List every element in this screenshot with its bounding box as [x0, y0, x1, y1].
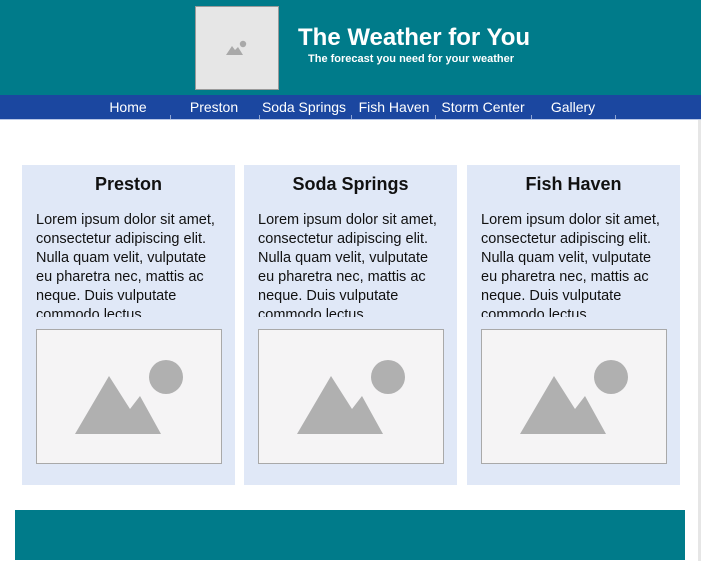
- card-text: Lorem ipsum dolor sit amet, consectetur …: [481, 212, 660, 317]
- nav-item-home[interactable]: Home: [88, 95, 168, 119]
- site-header: The Weather for You The forecast you nee…: [0, 0, 701, 95]
- card-fish-haven: Fish Haven Lorem ipsum dolor sit amet, c…: [467, 165, 680, 485]
- nav-divider: [435, 115, 436, 119]
- image-placeholder-icon: [226, 40, 247, 55]
- card-image: [258, 329, 444, 464]
- card-title: Soda Springs: [292, 174, 409, 194]
- nav-item-storm-center[interactable]: Storm Center: [438, 95, 528, 119]
- nav-divider: [170, 115, 171, 119]
- card-image: [36, 329, 222, 464]
- image-placeholder-icon: [297, 360, 405, 434]
- image-placeholder-icon: [520, 360, 628, 434]
- nav-item-preston[interactable]: Preston: [174, 95, 254, 119]
- nav-divider: [615, 115, 616, 119]
- nav-divider: [531, 115, 532, 119]
- site-logo[interactable]: [195, 6, 279, 90]
- nav-item-fish-haven[interactable]: Fish Haven: [351, 95, 437, 119]
- card-preston: Preston Lorem ipsum dolor sit amet, cons…: [22, 165, 235, 485]
- card-image: [481, 329, 667, 464]
- nav-item-gallery[interactable]: Gallery: [540, 95, 606, 119]
- page: The Weather for You The forecast you nee…: [0, 0, 701, 561]
- site-title: The Weather for You: [298, 24, 531, 51]
- main-nav: Home Preston Soda Springs Fish Haven Sto…: [0, 95, 701, 120]
- site-subtitle: The forecast you need for your weather: [308, 53, 514, 65]
- card-title: Fish Haven: [525, 174, 622, 194]
- site-footer: [15, 510, 685, 560]
- nav-item-soda-springs[interactable]: Soda Springs: [259, 95, 349, 119]
- card-text: Lorem ipsum dolor sit amet, consectetur …: [36, 212, 215, 317]
- card-text: Lorem ipsum dolor sit amet, consectetur …: [258, 212, 437, 317]
- card-soda-springs: Soda Springs Lorem ipsum dolor sit amet,…: [244, 165, 457, 485]
- image-placeholder-icon: [75, 360, 183, 434]
- card-title: Preston: [94, 174, 163, 194]
